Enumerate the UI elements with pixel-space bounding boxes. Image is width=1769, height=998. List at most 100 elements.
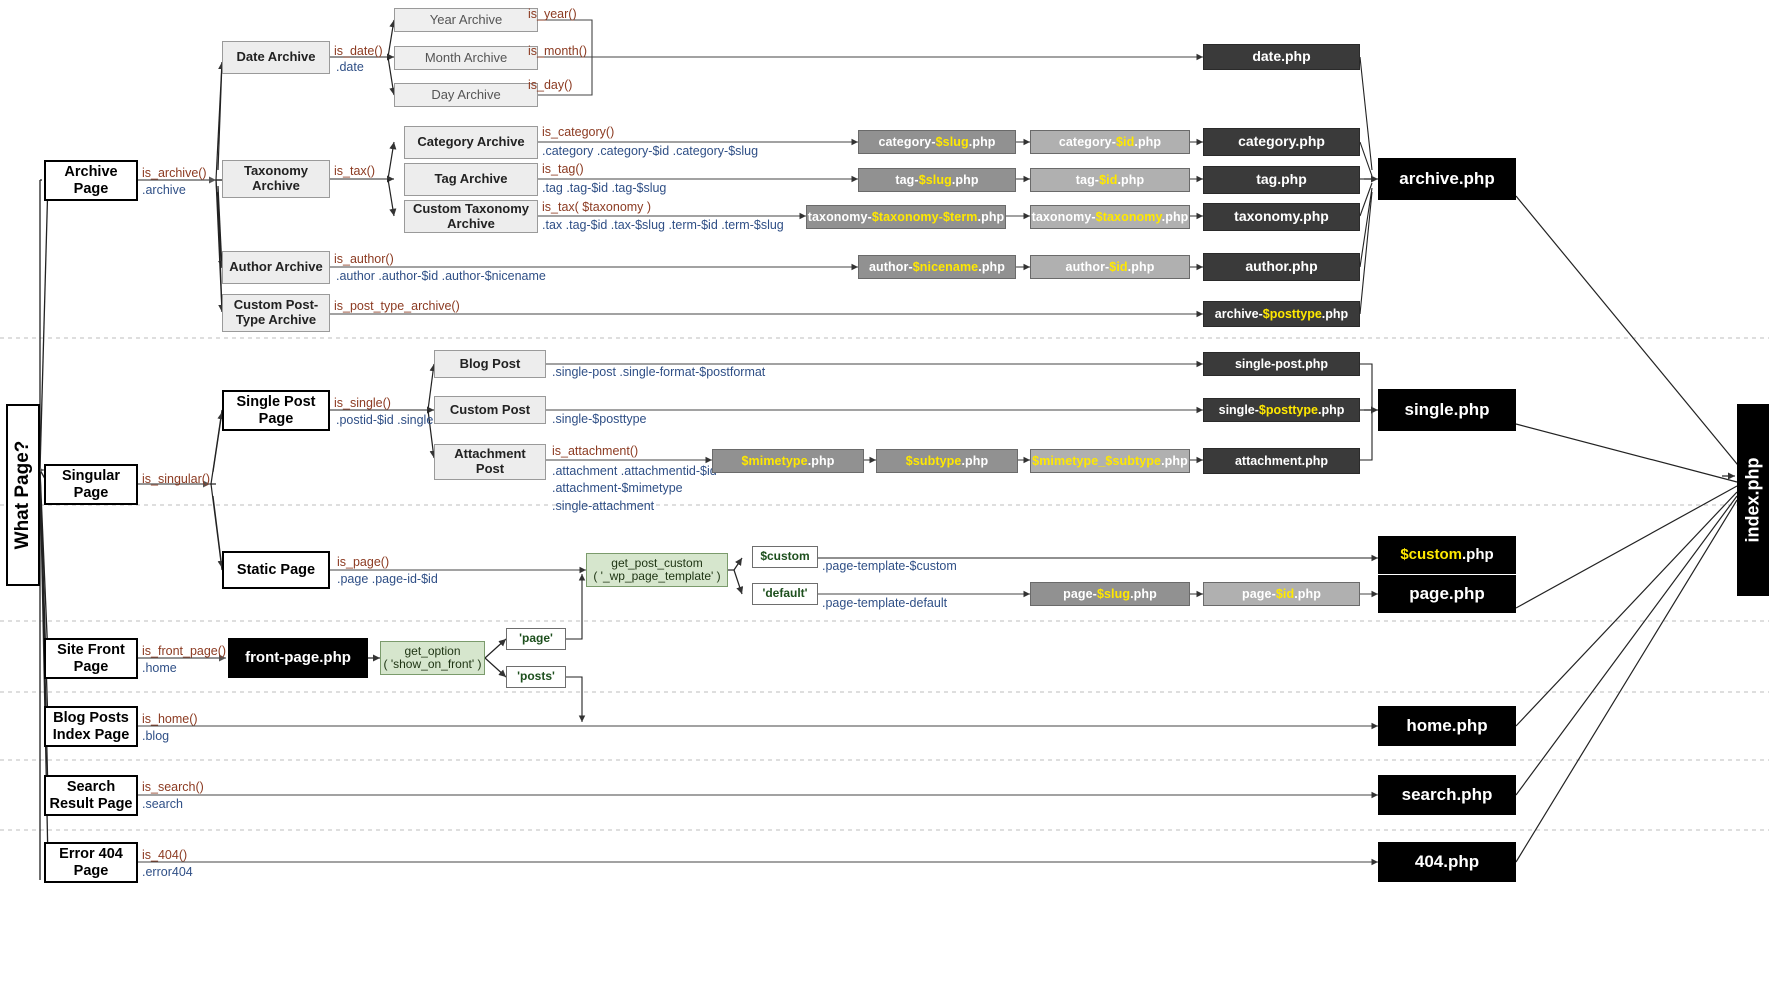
template-index-final-label: index.php (1742, 457, 1763, 543)
value-posts-label: 'posts' (517, 669, 555, 684)
template-category[interactable]: category.php (1203, 128, 1360, 156)
archive-tag-label: Tag Archive (434, 171, 508, 187)
page-type-front-page[interactable]: Site Front Page (44, 638, 138, 679)
bodyclass-front-page: .home (142, 661, 177, 675)
template-mimetype-subtype[interactable]: $mimetype_$subtype.php (1030, 449, 1190, 473)
tpl-author-id-prefix: author- (1065, 260, 1110, 274)
tpl-author-nicename-suffix: .php (978, 260, 1006, 274)
archive-category[interactable]: Category Archive (404, 126, 538, 159)
tpl-category-slug-suffix: .php (968, 135, 996, 149)
singular-single-post-page[interactable]: Single Post Page (222, 390, 330, 431)
archive-author[interactable]: Author Archive (222, 251, 330, 284)
page-type-search[interactable]: Search Result Page (44, 775, 138, 816)
tpl-mimetype-subtype-var: $mimetype_$subtype (1032, 454, 1162, 468)
template-mimetype[interactable]: $mimetype.php (712, 449, 864, 473)
template-author-id[interactable]: author-$id.php (1030, 255, 1190, 279)
tpl-page-slug-suffix: .php (1130, 587, 1157, 601)
function-get-option[interactable]: get_option( 'show_on_front' ) (380, 641, 485, 675)
cond-is-search: is_search() (142, 780, 204, 794)
archive-date[interactable]: Date Archive (222, 41, 330, 74)
tpl-tax-var: $taxonomy (1095, 210, 1162, 224)
singular-static-page[interactable]: Static Page (222, 551, 330, 589)
template-search-final[interactable]: search.php (1378, 775, 1516, 815)
page-type-archive[interactable]: Archive Page (44, 160, 138, 201)
template-page-final[interactable]: page.php (1378, 575, 1516, 613)
archive-tag[interactable]: Tag Archive (404, 163, 538, 196)
bodyclass-page-template-custom: .page-template-$custom (822, 559, 957, 573)
cond-is-tax-taxonomy: is_tax( $taxonomy ) (542, 200, 652, 214)
template-custom-php[interactable]: $custom.php (1378, 536, 1516, 574)
template-404-final[interactable]: 404.php (1378, 842, 1516, 882)
template-tag[interactable]: tag.php (1203, 166, 1360, 194)
template-attachment[interactable]: attachment.php (1203, 448, 1360, 474)
template-category-id[interactable]: category-$id.php (1030, 130, 1190, 154)
template-taxonomy-term[interactable]: taxonomy-$taxonomy-$term.php (806, 205, 1006, 229)
template-page-slug[interactable]: page-$slug.php (1030, 582, 1190, 606)
template-author[interactable]: author.php (1203, 253, 1360, 281)
template-single-final[interactable]: single.php (1378, 389, 1516, 431)
template-page-id[interactable]: page-$id.php (1203, 582, 1360, 606)
fn-get-post-custom-line1: get_post_custom (611, 555, 703, 570)
post-kind-custom-post[interactable]: Custom Post (434, 396, 546, 424)
bodyclass-static-page: .page .page-id-$id (337, 572, 438, 586)
page-type-singular[interactable]: Singular Page (44, 464, 138, 505)
template-archive-posttype[interactable]: archive-$posttype.php (1203, 301, 1360, 327)
bodyclass-category: .category .category-$id .category-$slug (542, 144, 759, 158)
template-tag-id[interactable]: tag-$id.php (1030, 168, 1190, 192)
page-type-blog-home[interactable]: Blog Posts Index Page (44, 706, 138, 747)
bodyclass-author: .author .author-$id .author-$nicename (336, 269, 546, 283)
archive-date-year[interactable]: Year Archive (394, 8, 538, 32)
cond-is-category: is_category() (542, 125, 615, 139)
tpl-tag-slug-var: $slug (918, 173, 952, 187)
template-taxonomy[interactable]: taxonomy.php (1203, 203, 1360, 231)
post-kind-attachment-post[interactable]: Attachment Post (434, 444, 546, 480)
value-default[interactable]: 'default' (752, 583, 818, 605)
template-single-post-label: single-post.php (1234, 357, 1329, 371)
page-type-front-page-label: Site Front Page (57, 642, 125, 675)
function-get-post-custom[interactable]: get_post_custom( '_wp_page_template' ) (586, 553, 728, 587)
cond-is-date: is_date() (334, 44, 383, 58)
archive-date-day-label: Day Archive (431, 86, 501, 102)
tpl-mimetype-subtype-suffix: .php (1161, 454, 1188, 468)
template-home-final[interactable]: home.php (1378, 706, 1516, 746)
template-single-posttype[interactable]: single-$posttype.php (1203, 398, 1360, 422)
template-author-nicename[interactable]: author-$nicename.php (858, 255, 1016, 279)
tpl-author-id-var: $id (1109, 260, 1128, 274)
tpl-tax-term-var: $taxonomy-$term (871, 210, 978, 224)
cond-is-home: is_home() (142, 712, 198, 726)
template-tag-slug[interactable]: tag-$slug.php (858, 168, 1016, 192)
archive-date-month-label: Month Archive (424, 49, 508, 65)
bodyclass-archive: .archive (142, 183, 186, 197)
template-archive-final[interactable]: archive.php (1378, 158, 1516, 200)
post-kind-blog-post[interactable]: Blog Post (434, 350, 546, 378)
bodyclass-blog-home: .blog (142, 729, 170, 743)
template-index-final[interactable]: index.php (1737, 404, 1769, 596)
template-subtype[interactable]: $subtype.php (876, 449, 1018, 473)
page-type-archive-label: Archive Page (64, 164, 118, 197)
archive-date-month[interactable]: Month Archive (394, 46, 538, 70)
template-taxonomy-label: taxonomy.php (1234, 208, 1329, 225)
archive-category-label: Category Archive (417, 134, 525, 150)
cond-is-single: is_single() (334, 396, 391, 410)
archive-date-day[interactable]: Day Archive (394, 83, 538, 107)
archive-cpt[interactable]: Custom Post- Type Archive (222, 294, 330, 332)
tpl-author-nicename-var: $nicename (912, 260, 979, 274)
page-type-404[interactable]: Error 404 Page (44, 842, 138, 883)
tpl-tax-term-prefix: taxonomy- (807, 210, 872, 224)
tpl-custom-php-suffix: .php (1462, 545, 1494, 563)
template-category-slug[interactable]: category-$slug.php (858, 130, 1016, 154)
archive-taxonomy[interactable]: Taxonomy Archive (222, 160, 330, 198)
tpl-tag-id-var: $id (1099, 173, 1118, 187)
template-single-post[interactable]: single-post.php (1203, 352, 1360, 376)
template-date[interactable]: date.php (1203, 44, 1360, 70)
value-custom[interactable]: $custom (752, 546, 818, 568)
tpl-tax-suffix: .php (1161, 210, 1189, 224)
template-taxonomy-tax[interactable]: taxonomy-$taxonomy.php (1030, 205, 1190, 229)
root-label: What Page? (12, 440, 33, 550)
template-front-page[interactable]: front-page.php (228, 638, 368, 678)
value-page[interactable]: 'page' (506, 628, 566, 650)
archive-custom-taxonomy[interactable]: Custom Taxonomy Archive (404, 200, 538, 233)
tpl-subtype-suffix: .php (961, 454, 989, 468)
cond-is-year: is_year() (528, 7, 577, 21)
value-posts[interactable]: 'posts' (506, 666, 566, 688)
